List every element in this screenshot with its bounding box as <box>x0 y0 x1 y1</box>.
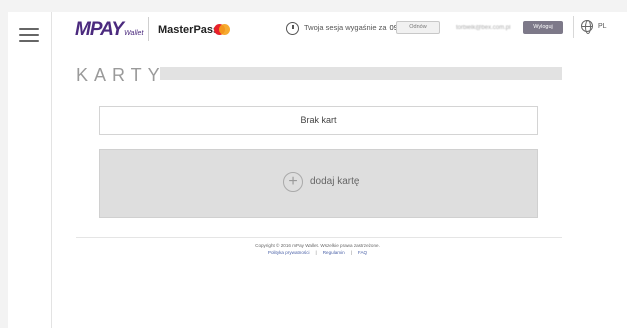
masterpass-logo: MasterPass <box>158 24 220 36</box>
footer-separator: | <box>315 250 317 255</box>
footer-separator: | <box>350 250 352 255</box>
mastercard-icon <box>214 24 230 35</box>
side-rail <box>8 12 52 328</box>
footer-divider <box>76 237 562 238</box>
page-title: KARTY <box>76 65 166 85</box>
logo-divider <box>148 17 149 41</box>
title-underline-bar <box>160 67 562 80</box>
footer-links: Polityka prywatności | Regulamin | FAQ <box>8 249 627 256</box>
add-card-button[interactable]: + dodaj kartę <box>99 149 538 218</box>
user-email: torbielk@bex.com.pl <box>456 25 511 31</box>
faq-link[interactable]: FAQ <box>358 250 367 255</box>
top-header: MPAYWallet MasterPass Twoja sesja wygaśn… <box>52 12 627 46</box>
no-cards-panel: Brak kart <box>99 106 538 135</box>
language-selector[interactable]: PL <box>598 22 607 31</box>
hamburger-menu-icon[interactable] <box>19 28 39 42</box>
globe-icon[interactable] <box>581 20 593 34</box>
page-frame: MPAYWallet MasterPass Twoja sesja wygaśn… <box>8 12 627 328</box>
privacy-policy-link[interactable]: Polityka prywatności <box>268 250 310 255</box>
renew-session-button[interactable]: Odnów <box>396 21 440 34</box>
mpay-wallet-logo[interactable]: MPAYWallet <box>75 20 143 44</box>
copyright-text: Copyright © 2016 mPay Wallet. Wszelkie p… <box>255 243 380 248</box>
add-card-label: dodaj kartę <box>310 176 360 187</box>
header-divider <box>573 16 574 38</box>
clock-icon <box>286 22 299 35</box>
session-timer: Twoja sesja wygaśnie za09:54 <box>304 23 408 33</box>
terms-link[interactable]: Regulamin <box>323 250 345 255</box>
logout-button[interactable]: Wyloguj <box>523 21 563 34</box>
plus-circle-icon: + <box>283 172 303 192</box>
